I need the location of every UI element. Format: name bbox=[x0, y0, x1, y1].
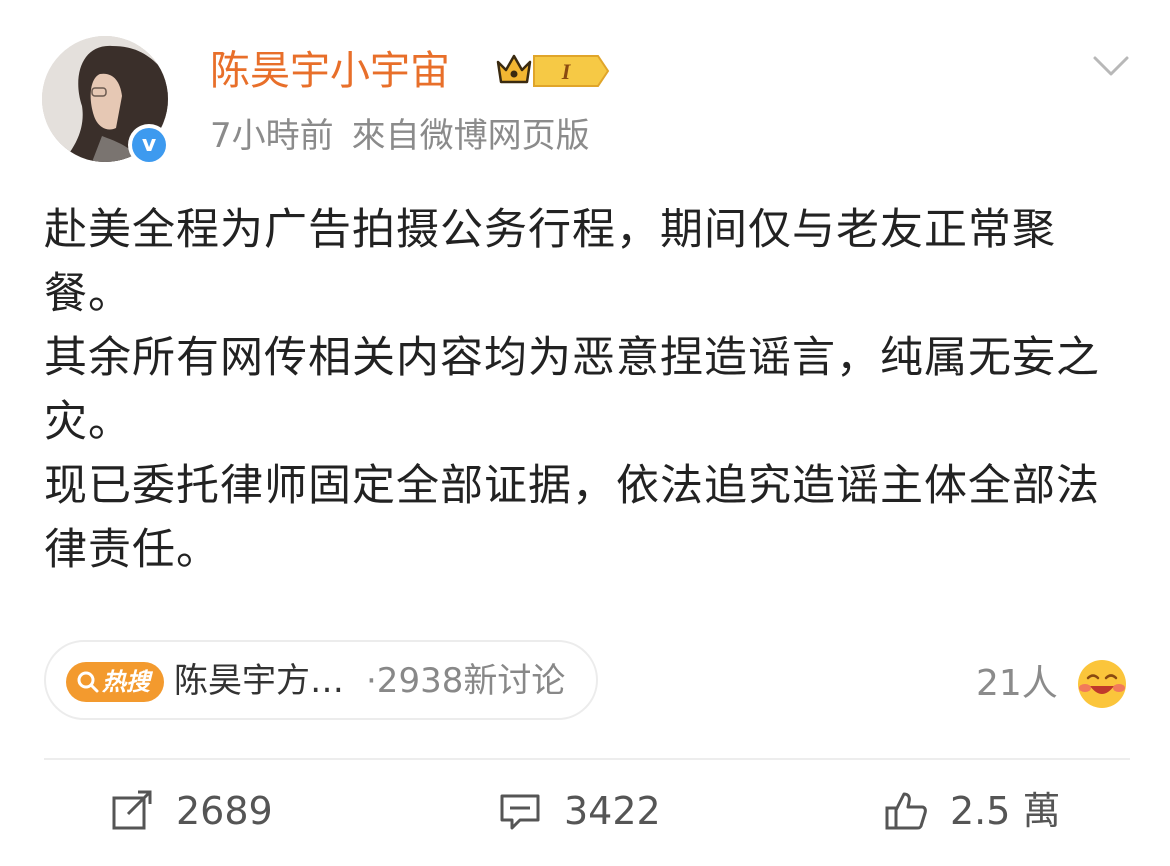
username[interactable]: 陈昊宇小宇宙 bbox=[210, 44, 450, 98]
search-icon bbox=[77, 671, 99, 693]
like-button[interactable]: 2.5 萬 bbox=[884, 784, 1084, 838]
hot-search-topic[interactable]: 热搜 陈昊宇方… ·2938新讨论 bbox=[44, 640, 598, 720]
comment-count: 3422 bbox=[564, 789, 661, 833]
comment-button[interactable]: 3422 bbox=[498, 784, 698, 838]
chevron-down-icon[interactable] bbox=[1092, 54, 1130, 78]
repost-icon bbox=[112, 790, 152, 830]
hot-search-tag: 热搜 bbox=[66, 662, 164, 702]
hot-search-count: ·2938新讨论 bbox=[366, 661, 566, 701]
vip-crown-badge-icon[interactable]: I bbox=[494, 48, 612, 94]
hot-search-tag-label: 热搜 bbox=[102, 668, 150, 696]
like-count: 2.5 萬 bbox=[950, 789, 1061, 833]
repost-count: 2689 bbox=[176, 789, 273, 833]
post-meta: 7小時前 來自微博网页版 bbox=[210, 112, 590, 160]
reaction-count[interactable]: 21人 bbox=[976, 660, 1058, 708]
vip-level: I bbox=[561, 59, 572, 84]
comment-icon bbox=[500, 794, 540, 830]
thumbs-up-icon bbox=[885, 792, 927, 830]
post-paragraph: 现已委托律师固定全部证据，依法追究造谣主体全部法律责任。 bbox=[44, 461, 1100, 575]
verified-badge-icon: v bbox=[128, 124, 170, 166]
repost-button[interactable]: 2689 bbox=[110, 784, 310, 838]
hot-search-title: 陈昊宇方… bbox=[174, 661, 344, 701]
divider bbox=[44, 758, 1130, 760]
post-paragraph: 赴美全程为广告拍摄公务行程，期间仅与老友正常聚餐。 bbox=[44, 205, 1056, 319]
post-paragraph: 其余所有网传相关内容均为恶意捏造谣言，纯属无妄之灾。 bbox=[44, 333, 1100, 447]
laugh-cry-emoji-icon[interactable] bbox=[1076, 658, 1128, 710]
post-source: 來自微博网页版 bbox=[351, 116, 590, 156]
post-time: 7小時前 bbox=[210, 116, 334, 156]
post-content: 赴美全程为广告拍摄公务行程，期间仅与老友正常聚餐。 其余所有网传相关内容均为恶意… bbox=[44, 198, 1134, 582]
